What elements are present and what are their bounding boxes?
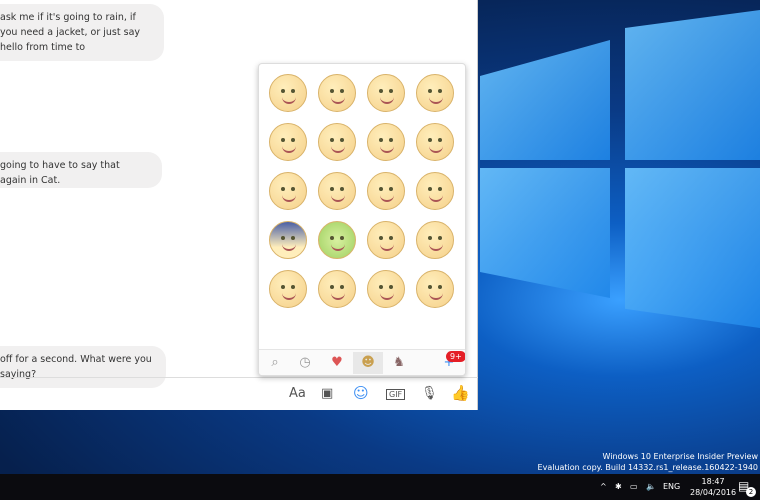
sticker-grin[interactable] — [367, 74, 405, 112]
sticker-mouth — [380, 244, 394, 251]
sticker-mouth — [380, 97, 394, 104]
text-format-icon[interactable]: Aa — [289, 386, 306, 401]
sticker-wink-blush[interactable] — [465, 123, 466, 161]
composer-toolbar: Aa ▣ ☺ GIF 🎙 👍 — [0, 377, 478, 410]
sticker-mouth — [282, 146, 296, 153]
sticker-gloom[interactable] — [269, 221, 307, 259]
sticker-star-eyes[interactable] — [269, 172, 307, 210]
sticker-mouth — [429, 97, 443, 104]
watermark-line2: Evaluation copy. Build 14332.rs1_release… — [537, 463, 758, 472]
sticker-tabs: ⌕ ◷ ♥ ☻ ♞ + 9+ — [259, 349, 465, 375]
sticker-tongue-out[interactable] — [318, 74, 356, 112]
sticker-heart-eyes[interactable] — [416, 74, 454, 112]
windows-logo-pane — [625, 168, 760, 328]
sticker-mouth — [282, 195, 296, 202]
sticker-laugh-tears[interactable] — [465, 74, 466, 112]
sticker-big-mouth[interactable] — [269, 270, 307, 308]
like-icon[interactable]: 👍 — [451, 384, 470, 402]
sticker-mouth — [331, 195, 345, 202]
gif-button[interactable]: GIF — [386, 389, 406, 400]
display-icon[interactable]: ▭ — [630, 482, 638, 491]
image-icon[interactable]: ▣ — [321, 386, 333, 401]
search-icon[interactable]: ⌕ — [263, 352, 287, 374]
volume-icon[interactable]: 🔈 — [646, 482, 656, 491]
message-bubble: ask me if it's going to rain, if you nee… — [0, 4, 164, 61]
sticker-content[interactable] — [416, 221, 454, 259]
sticker-tongue[interactable] — [465, 221, 466, 259]
sticker-worried[interactable] — [318, 123, 356, 161]
sticker-mouth — [429, 195, 443, 202]
watermark-line1: Windows 10 Enterprise Insider Preview — [602, 452, 758, 461]
network-settings-icon[interactable]: ✱ — [615, 482, 622, 491]
emoji-icon[interactable]: ☺ — [353, 384, 369, 402]
show-hidden-icons-chevron-icon[interactable]: ^ — [600, 482, 607, 491]
evaluation-watermark: Windows 10 Enterprise Insider Preview Ev… — [538, 451, 758, 473]
sticker-mouth — [380, 195, 394, 202]
sticker-pack-pusheen[interactable]: ♞ — [387, 352, 411, 374]
sticker-mouth — [331, 244, 345, 251]
sticker-wink[interactable] — [318, 270, 356, 308]
language-indicator[interactable]: ENG — [663, 482, 680, 491]
recent-clock-icon[interactable]: ◷ — [293, 352, 317, 374]
sticker-mouth — [331, 97, 345, 104]
sticker-teeth-grin[interactable] — [416, 172, 454, 210]
windows-logo-pane — [480, 40, 610, 160]
sticker-neutral[interactable] — [367, 172, 405, 210]
sticker-sick[interactable] — [318, 221, 356, 259]
sticker-pack-heart-cat[interactable]: ♥ — [325, 352, 349, 374]
sticker-panel: ⌕ ◷ ♥ ☻ ♞ + 9+ — [258, 63, 466, 376]
sticker-mouth — [282, 293, 296, 300]
sticker-mouth — [429, 293, 443, 300]
sticker-angry[interactable] — [367, 221, 405, 259]
sticker-sweat[interactable] — [269, 123, 307, 161]
sticker-mouth — [380, 293, 394, 300]
sticker-mouth — [282, 97, 296, 104]
sticker-mouth — [282, 244, 296, 251]
windows-logo-pane — [625, 10, 760, 160]
message-bubble: going to have to say that again in Cat. — [0, 152, 162, 188]
sticker-squint-laugh[interactable] — [318, 172, 356, 210]
sticker-mouth — [331, 293, 345, 300]
sticker-shocked[interactable] — [416, 123, 454, 161]
sticker-smile[interactable] — [269, 74, 307, 112]
sticker-mouth — [380, 146, 394, 153]
sticker-pack-faces[interactable]: ☻ — [353, 352, 383, 374]
windows-logo-pane — [480, 168, 610, 298]
notification-badge: 9+ — [446, 351, 465, 362]
sticker-glasses[interactable] — [465, 172, 466, 210]
clock-date: 28/04/2016 — [690, 488, 737, 497]
clock-time: 18:47 — [701, 477, 725, 486]
sticker-crying[interactable] — [367, 123, 405, 161]
sticker-mouth — [429, 244, 443, 251]
microphone-icon[interactable]: 🎙 — [421, 386, 438, 401]
sticker-mouth — [429, 146, 443, 153]
clock[interactable]: 18:47 28/04/2016 — [690, 476, 736, 498]
sticker-grid — [269, 74, 465, 319]
sticker-blush[interactable] — [416, 270, 454, 308]
sticker-mouth — [331, 146, 345, 153]
sticker-sad[interactable] — [367, 270, 405, 308]
notification-count: 2 — [746, 487, 756, 497]
taskbar: ^ ✱ ▭ 🔈 ENG 18:47 28/04/2016 ▤ 2 — [0, 474, 760, 500]
